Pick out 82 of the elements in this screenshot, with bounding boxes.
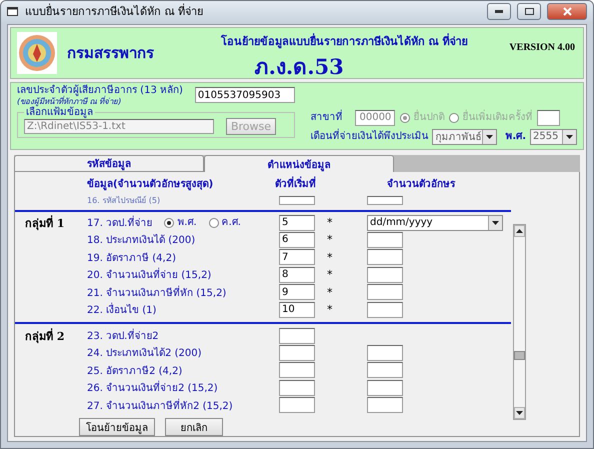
required-mark: * [326,233,334,246]
group-label: กลุ่มที่ 2 [25,327,66,344]
scrollbar[interactable] [513,224,526,420]
field-label: 22. เงื่อนไข (1) [87,302,279,318]
length-field[interactable] [367,362,403,378]
length-field[interactable] [367,266,403,283]
start-position-field[interactable] [279,362,315,378]
start-position-field[interactable]: 7 [279,249,315,266]
start-position-field[interactable] [279,196,315,204]
month-dropdown[interactable]: กุมภาพันธ์ [432,128,498,144]
tab[interactable]: ตำแหน่งข้อมูล [204,154,394,172]
file-group-label: เลือกแฟ้มข้อมูล [25,107,94,118]
department-name: กรมสรรพากร [67,42,155,64]
start-position-field[interactable]: 9 [279,284,315,300]
field-label: 27. จำนวนเงินภาษีที่หัก2 (15,2) [87,398,234,413]
required-mark: * [326,216,334,229]
header-subtitle: โอนย้ายข้อมูลแบบยื่นรายการภาษีเงินได้หัก ณ ที่จ่าย [220,32,468,50]
dropdown-arrow-icon [492,220,499,224]
field-label: 25. อัตราภาษี2 (4,2) [87,364,184,378]
close-button[interactable] [547,2,587,20]
version-label: VERSION 4.00 [509,40,575,52]
field-label: 20. จำนวนเงินที่จ่าย (15,2) [87,267,279,282]
required-mark: * [326,303,334,316]
length-field[interactable] [367,302,403,318]
cancel-button[interactable]: ยกเลิก [165,418,223,436]
group-label: กลุ่มที่ 1 [25,214,66,232]
minimize-button[interactable] [487,2,511,20]
transfer-button[interactable]: โอนย้ายข้อมูล [79,418,155,436]
length-field[interactable] [367,284,403,300]
scroll-thumb[interactable] [514,350,525,360]
seal-logo [17,32,57,74]
required-mark: * [326,250,334,264]
length-field[interactable] [367,196,403,204]
start-position-field[interactable] [279,380,315,396]
field-label: 21. จำนวนเงินภาษีที่หัก (15,2) [87,284,228,300]
radio-option[interactable]: ค.ศ. [208,217,241,228]
branch-label: สาขาที่ [310,112,342,124]
start-position-field[interactable]: 8 [279,266,315,283]
field-label: 26. จำนวนเงินที่จ่าย2 (15,2) [87,380,279,396]
column-header: ตัวที่เริ่มที่ [275,176,316,191]
close-icon [562,6,572,16]
length-field[interactable] [367,380,403,396]
taxpayer-note: (ของผู้มีหน้าที่หักภาษี ณ ที่จ่าย) [17,96,122,106]
dropdown-arrow-icon [486,134,494,138]
start-position-field[interactable]: 5 [279,214,315,230]
start-position-field[interactable] [279,328,315,344]
length-field[interactable] [367,232,403,248]
year-dropdown[interactable]: 2555 [530,128,577,144]
year-label: พ.ศ. [505,130,526,142]
date-format-dropdown[interactable]: dd/mm/yyyy [367,214,503,230]
length-field[interactable] [367,249,403,266]
radio-option[interactable]: พ.ศ. [164,217,197,228]
field-label: 23. วดป.ที่จ่าย2 [87,328,279,343]
start-position-field[interactable]: 6 [279,232,315,248]
month-label: เดือนที่จ่ายเงินได้พึงประเมิน [310,130,428,142]
field-label: 24. ประเภทเงินได้2 (200) [87,346,203,360]
form-code: ภ.ง.ด.53 [254,52,344,80]
field-label: 18. ประเภทเงินได้ (200) [87,233,196,248]
start-position-field[interactable] [279,397,315,414]
field-label: 16. รหัสไปรษณีย์ (5) [87,194,162,206]
length-field[interactable] [367,344,403,361]
window-icon [7,6,19,17]
field-label: 19. อัตราภาษี (4,2) [87,252,177,265]
scroll-down-icon [516,410,523,414]
required-mark: * [326,268,334,282]
taxpayer-id-label: เลขประจำตัวผู้เสียภาษีอากร (13 หลัก) [17,84,183,96]
length-field[interactable] [367,397,403,414]
minimize-icon [495,10,503,13]
column-header: ข้อมูล(จำนวนตัวอักษรสูงสุด) [86,177,214,191]
column-header: จำนวนตัวอักษร [386,178,455,191]
tab[interactable]: รหัสข้อมูล [14,154,204,172]
required-mark: * [326,286,334,299]
maximize-button[interactable] [517,2,541,20]
scroll-up-icon [516,228,523,232]
taxpayer-id-field[interactable]: 0105537095903 [194,87,295,104]
start-position-field[interactable] [279,344,315,361]
dropdown-arrow-icon [566,134,573,138]
maximize-icon [524,8,534,15]
window-title: แบบยื่นรายการภาษีเงินได้หัก ณ ที่จ่าย [25,2,204,20]
filing-number-field[interactable] [537,110,560,126]
field-label: 17. วดป.ที่จ่าย [87,215,152,230]
start-position-field[interactable]: 10 [279,302,315,318]
